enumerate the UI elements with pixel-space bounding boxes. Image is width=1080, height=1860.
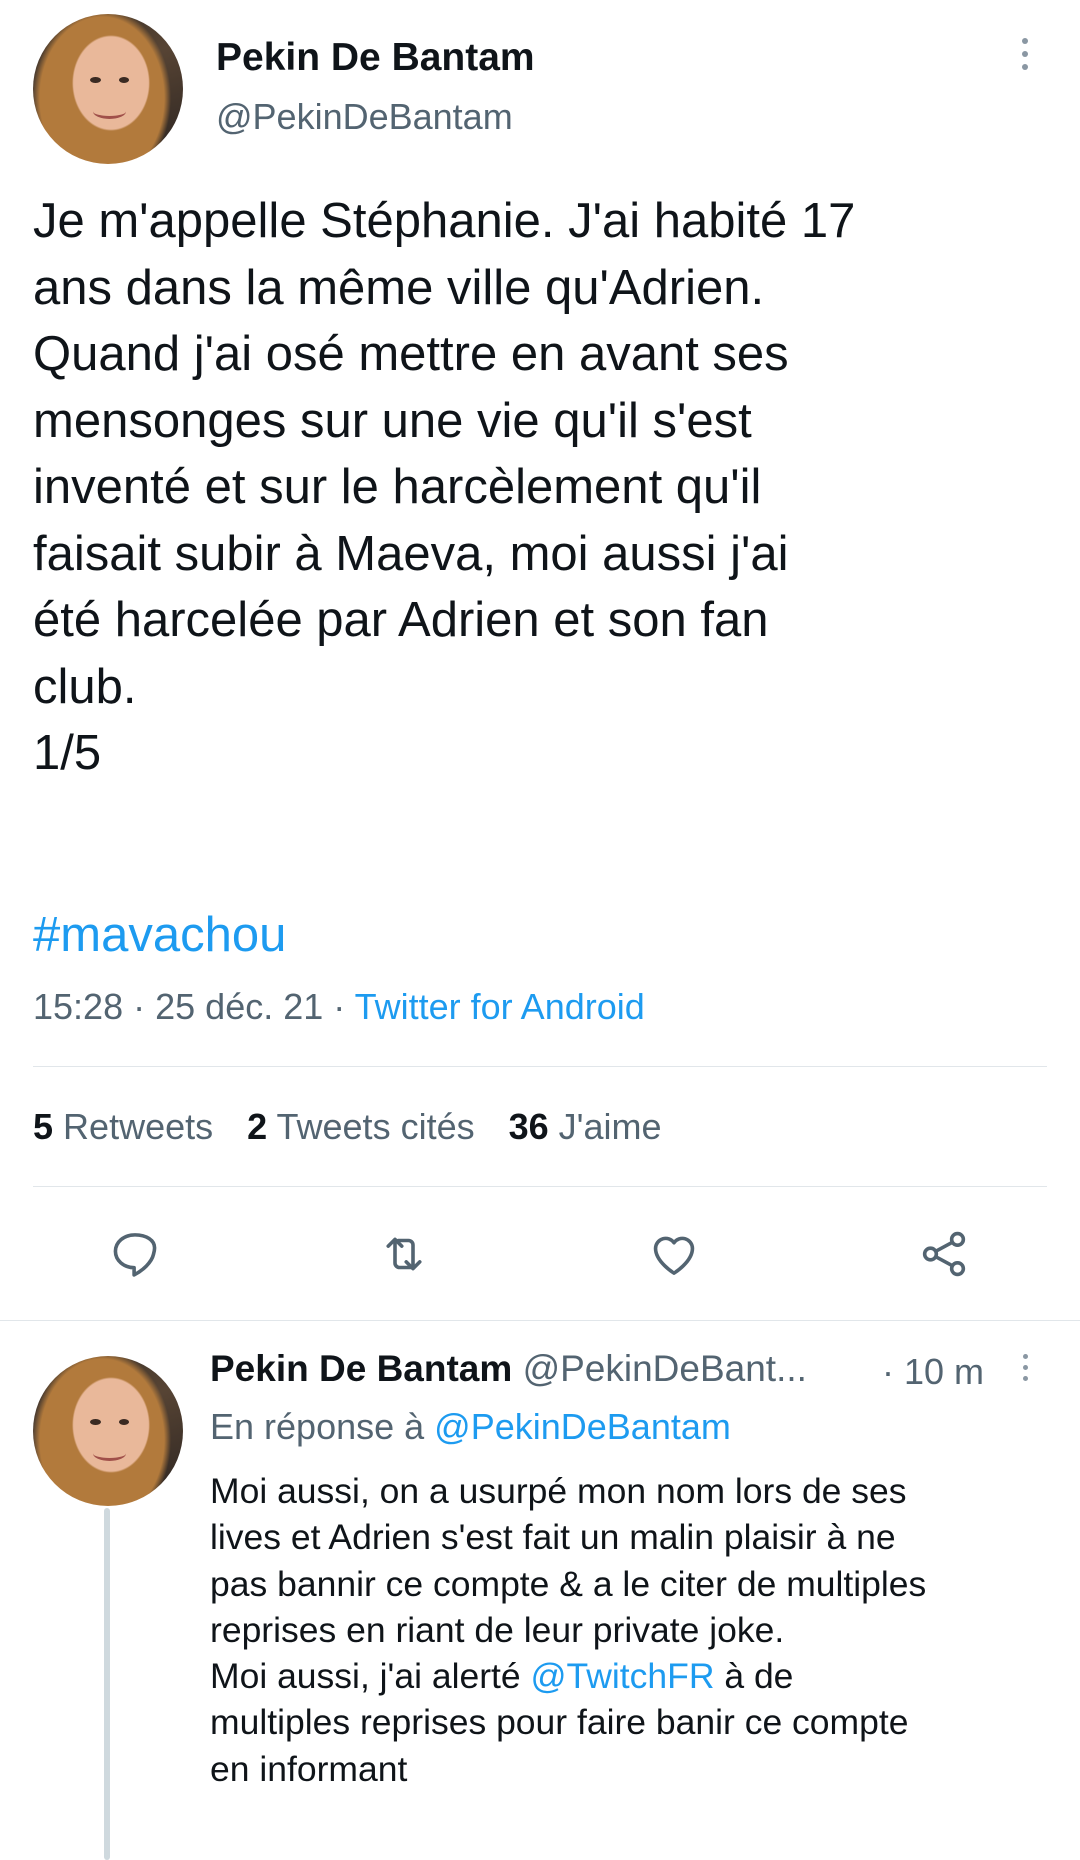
- quote-tweets-stat[interactable]: 2 Tweets cités: [247, 1106, 474, 1148]
- divider: [33, 1066, 1047, 1067]
- reply-text: Moi aussi, on a usurpé mon nom lors de s…: [210, 1468, 1070, 1792]
- author-handle[interactable]: @PekinDeBantam: [216, 96, 513, 138]
- retweets-stat[interactable]: 5 Retweets: [33, 1106, 213, 1148]
- reply-author-name[interactable]: Pekin De Bantam: [210, 1348, 512, 1389]
- tweet-text: Je m'appelle Stéphanie. J'ai habité 17 a…: [33, 194, 856, 780]
- avatar[interactable]: [33, 1356, 183, 1506]
- likes-stat[interactable]: 36 J'aime: [509, 1106, 662, 1148]
- tweet-time: 15:28: [33, 986, 124, 1027]
- meta-separator: ·: [133, 986, 146, 1027]
- thread-line: [104, 1508, 110, 1860]
- divider: [33, 1186, 1047, 1187]
- avatar[interactable]: [33, 14, 183, 164]
- like-button[interactable]: [644, 1224, 704, 1284]
- hashtag-link[interactable]: #mavachou: [33, 902, 286, 968]
- quote-tweets-count: 2: [247, 1106, 268, 1147]
- in-reply-to: En réponse à @PekinDeBantam: [210, 1406, 731, 1448]
- retweet-icon: [386, 1237, 422, 1271]
- likes-label: J'aime: [558, 1106, 662, 1147]
- in-reply-to-label: En réponse à: [210, 1406, 425, 1447]
- share-button[interactable]: [914, 1224, 974, 1284]
- tweet-date: 25 déc. 21: [155, 986, 324, 1027]
- reply-button[interactable]: [105, 1224, 165, 1284]
- reply-icon: [113, 1233, 157, 1277]
- author-name[interactable]: Pekin De Bantam: [216, 36, 535, 80]
- tweet-stats: 5 Retweets 2 Tweets cités 36 J'aime: [33, 1106, 662, 1148]
- share-icon: [922, 1231, 966, 1277]
- divider: [0, 1320, 1080, 1321]
- meta-separator: ·: [333, 986, 346, 1027]
- twitchfr-mention[interactable]: @TwitchFR: [531, 1656, 715, 1696]
- reply-time: · 10 m: [882, 1351, 985, 1392]
- more-options-icon[interactable]: [1018, 38, 1032, 70]
- tweet-meta: 15:28 · 25 déc. 21 · Twitter for Android: [33, 986, 645, 1028]
- reply-header: Pekin De Bantam @PekinDeBant...: [210, 1348, 807, 1390]
- likes-count: 36: [508, 1106, 549, 1147]
- retweets-count: 5: [33, 1106, 54, 1147]
- retweet-button[interactable]: [374, 1224, 434, 1284]
- retweets-label: Retweets: [63, 1106, 214, 1147]
- tweet-source-link[interactable]: Twitter for Android: [355, 986, 645, 1027]
- quote-tweets-label: Tweets cités: [276, 1106, 475, 1147]
- in-reply-to-handle[interactable]: @PekinDeBantam: [434, 1406, 731, 1447]
- like-icon: [653, 1236, 695, 1275]
- more-options-icon[interactable]: [1018, 1354, 1032, 1381]
- reply-author-handle[interactable]: @PekinDeBant...: [523, 1348, 807, 1389]
